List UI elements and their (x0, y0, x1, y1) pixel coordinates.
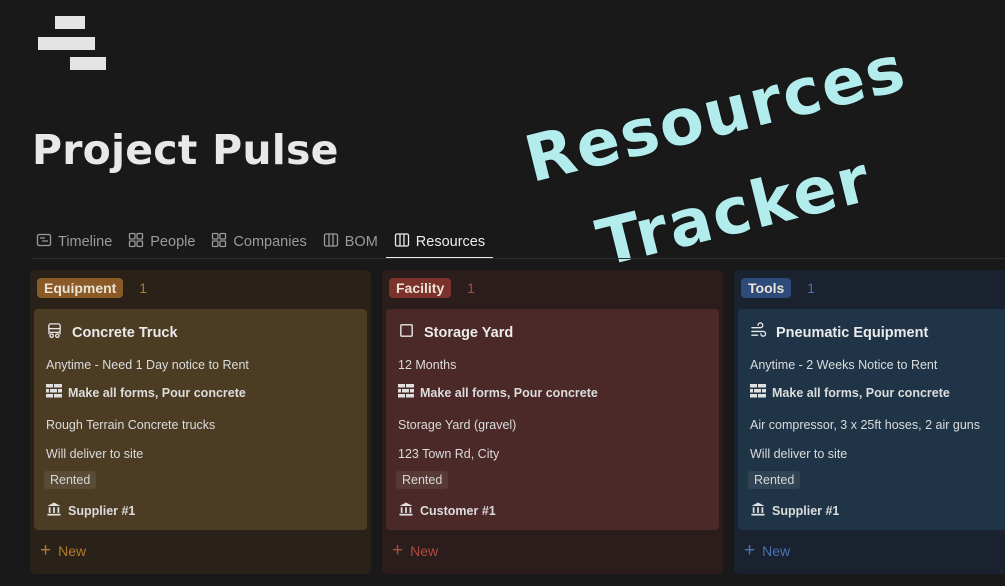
bank-building-icon (750, 502, 766, 519)
new-label: New (762, 543, 791, 559)
tabs-divider (32, 258, 1005, 259)
bank-building-icon (398, 502, 414, 519)
tasks-label: Make all forms, Pour concrete (420, 385, 598, 400)
plus-icon: + (744, 540, 756, 561)
delivery-property: Will deliver to site (46, 447, 144, 461)
tasks-relation[interactable]: Make all forms, Pour concrete (750, 384, 950, 401)
status-badge: Rented (396, 471, 449, 489)
brick-wall-icon (398, 384, 414, 401)
column-count: 1 (807, 280, 815, 296)
plus-icon: + (392, 540, 404, 561)
address-property: 123 Town Rd, City (398, 447, 500, 461)
availability-property: Anytime - Need 1 Day notice to Rent (46, 358, 249, 372)
column-tag[interactable]: Facility (389, 278, 452, 298)
tab-timeline[interactable]: Timeline (36, 226, 112, 258)
card-title: Concrete Truck (72, 324, 178, 341)
tab-companies[interactable]: Companies (211, 226, 307, 258)
resource-card[interactable]: Concrete Truck Anytime - Need 1 Day noti… (34, 309, 367, 530)
tab-label: People (150, 234, 196, 250)
add-new-button[interactable]: + New (392, 540, 439, 561)
tab-label: Resources (415, 234, 486, 250)
timeline-icon (36, 232, 52, 252)
new-label: New (410, 543, 439, 559)
board-column-facility: Facility 1 Storage Yard 12 Months Make a… (382, 270, 723, 574)
column-count: 1 (139, 280, 147, 296)
tab-label: Companies (233, 234, 307, 250)
supplier-label: Customer #1 (420, 503, 496, 518)
add-new-button[interactable]: + New (744, 540, 791, 561)
card-title: Storage Yard (424, 324, 514, 341)
resource-card[interactable]: Storage Yard 12 Months Make all forms, P… (386, 309, 719, 530)
board-column-tools: Tools 1 Pneumatic Equipment Anytime - 2 … (734, 270, 1005, 574)
board-icon (394, 232, 410, 252)
tasks-relation[interactable]: Make all forms, Pour concrete (46, 384, 246, 401)
tab-bom[interactable]: BOM (323, 226, 378, 258)
supplier-relation[interactable]: Customer #1 (398, 502, 496, 519)
availability-property: Anytime - 2 Weeks Notice to Rent (750, 358, 938, 372)
description-property: Air compressor, 3 x 25ft hoses, 2 air gu… (750, 418, 980, 432)
add-new-button[interactable]: + New (40, 540, 87, 561)
resource-card[interactable]: Pneumatic Equipment Anytime - 2 Weeks No… (738, 309, 1005, 530)
supplier-label: Supplier #1 (772, 503, 840, 518)
board-column-equipment: Equipment 1 Concrete Truck Anytime - Nee… (30, 270, 371, 574)
tab-people[interactable]: People (128, 226, 195, 258)
column-count: 1 (467, 280, 475, 296)
gallery-icon (211, 232, 227, 252)
description-property: Storage Yard (gravel) (398, 418, 517, 432)
page-title: Project Pulse (32, 126, 339, 174)
new-label: New (58, 543, 87, 559)
tasks-label: Make all forms, Pour concrete (68, 385, 246, 400)
board-icon (323, 232, 339, 252)
tab-label: BOM (344, 234, 378, 250)
column-tag[interactable]: Tools (741, 278, 792, 298)
tab-label: Timeline (58, 234, 113, 250)
brick-wall-icon (750, 384, 766, 401)
tab-resources[interactable]: Resources (385, 226, 494, 259)
supplier-relation[interactable]: Supplier #1 (46, 502, 135, 519)
truck-icon (46, 322, 63, 343)
plus-icon: + (40, 540, 52, 561)
card-title: Pneumatic Equipment (776, 324, 929, 341)
gallery-icon (128, 232, 144, 252)
brick-wall-icon (46, 384, 62, 401)
supplier-relation[interactable]: Supplier #1 (750, 502, 839, 519)
view-tabs: Timeline People Companies BOM Resources (36, 226, 501, 259)
status-badge: Rented (748, 471, 801, 489)
column-tag[interactable]: Equipment (37, 278, 124, 298)
status-badge: Rented (44, 471, 97, 489)
tasks-relation[interactable]: Make all forms, Pour concrete (398, 384, 598, 401)
description-property: Rough Terrain Concrete trucks (46, 418, 216, 432)
availability-property: 12 Months (398, 358, 457, 372)
workspace-logo-icon (38, 16, 108, 72)
supplier-label: Supplier #1 (68, 503, 136, 518)
checkbox-icon (398, 322, 415, 343)
delivery-property: Will deliver to site (750, 447, 848, 461)
bank-building-icon (46, 502, 62, 519)
tasks-label: Make all forms, Pour concrete (772, 385, 950, 400)
wind-icon (750, 322, 767, 343)
